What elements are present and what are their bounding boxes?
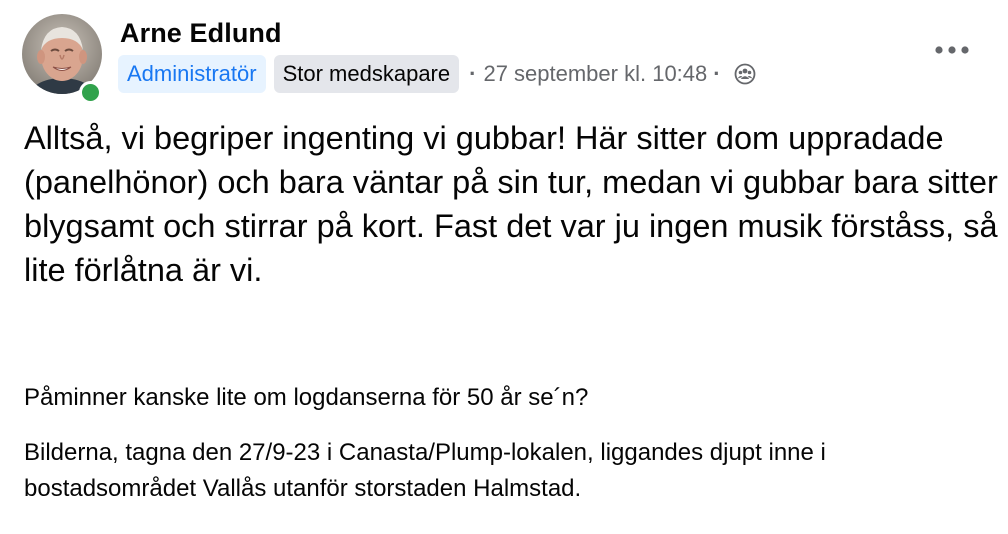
- author-avatar[interactable]: [22, 14, 102, 104]
- more-horizontal-icon: [935, 46, 969, 54]
- group-audience-icon[interactable]: [734, 63, 756, 85]
- admin-badge[interactable]: Administratör: [118, 55, 266, 93]
- post-card: Arne Edlund Administratör Stor medskapar…: [0, 0, 1008, 534]
- post-text-second: Påminner kanske lite om logdanserna för …: [24, 384, 589, 411]
- post-timestamp[interactable]: 27 september kl. 10:48: [483, 61, 707, 87]
- post-text-main: Alltså, vi begriper ingenting vi gubbar!…: [24, 120, 998, 288]
- separator-dot: ·: [713, 61, 721, 86]
- more-options-button[interactable]: [930, 30, 974, 70]
- post-text-third: Bilderna, tagna den 27/9-23 i Canasta/Pl…: [24, 439, 826, 502]
- author-name[interactable]: Arne Edlund: [120, 18, 282, 49]
- online-status-dot: [79, 81, 102, 104]
- separator-dot: ·: [469, 61, 477, 86]
- top-contributor-badge[interactable]: Stor medskapare: [273, 55, 460, 93]
- meta-info: · 27 september kl. 10:48 ·: [467, 61, 755, 87]
- post-meta: Administratör Stor medskapare · 27 septe…: [118, 54, 756, 94]
